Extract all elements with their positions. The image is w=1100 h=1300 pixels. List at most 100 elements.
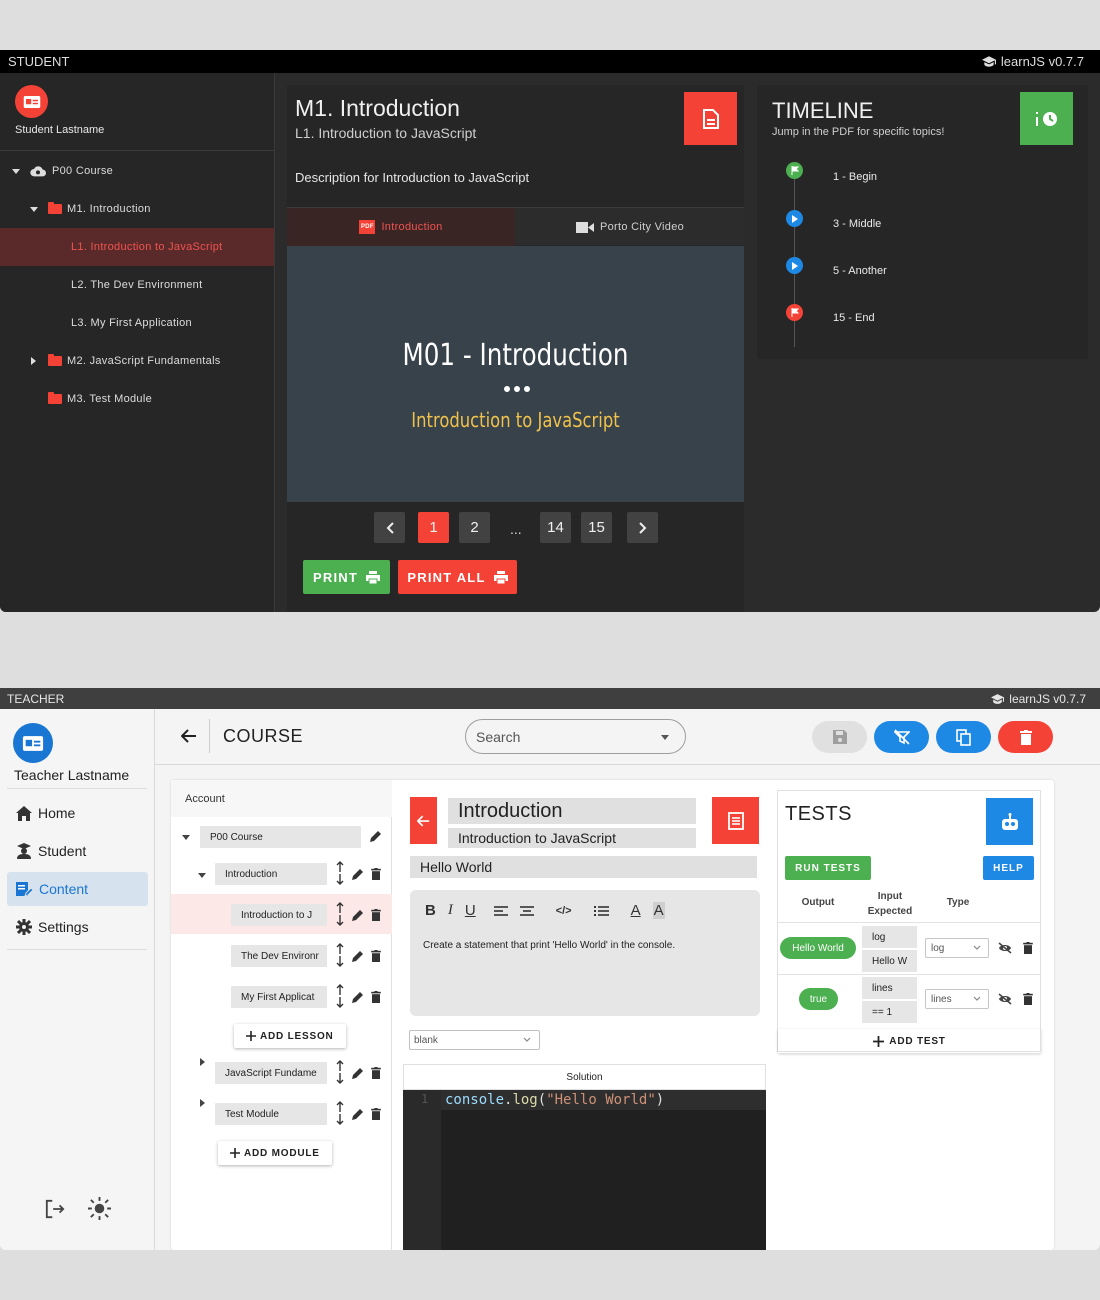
trash-icon[interactable]: [1023, 993, 1033, 1005]
rich-text-editor[interactable]: B I U </> A A Create a statement that pr…: [410, 890, 760, 1016]
pencil-icon[interactable]: [352, 991, 364, 1003]
add-test-button[interactable]: ADD TEST: [778, 1029, 1041, 1053]
pencil-icon[interactable]: [352, 1067, 364, 1079]
add-module-button[interactable]: ADD MODULE: [218, 1141, 332, 1165]
chevron-down-icon[interactable]: [12, 168, 20, 174]
tree-node-module[interactable]: Test Module: [215, 1103, 327, 1125]
search-input[interactable]: Search: [465, 719, 686, 754]
back-button[interactable]: [410, 797, 437, 844]
page-button[interactable]: 2: [459, 512, 490, 543]
play-icon[interactable]: [786, 257, 803, 274]
reorder-icon[interactable]: [336, 1059, 348, 1085]
tab-video[interactable]: Porto City Video: [516, 208, 744, 246]
lesson-subtitle-input[interactable]: Introduction to JavaScript: [448, 828, 696, 848]
help-button[interactable]: HELP: [983, 856, 1034, 880]
notes-button[interactable]: [712, 797, 759, 844]
arrow-left-icon[interactable]: [181, 729, 197, 743]
pencil-icon[interactable]: [352, 868, 364, 880]
prev-page-button[interactable]: [374, 512, 405, 543]
trash-icon[interactable]: [371, 991, 381, 1003]
tree-node-lesson[interactable]: The Dev Environr: [231, 945, 327, 967]
tree-item-lesson-2[interactable]: L2. The Dev Environment: [0, 266, 274, 304]
pencil-icon[interactable]: [352, 1108, 364, 1120]
reorder-icon[interactable]: [336, 901, 348, 927]
duplicate-button[interactable]: [936, 721, 991, 753]
highlight-icon[interactable]: A: [652, 902, 665, 919]
underline-icon[interactable]: U: [465, 902, 476, 919]
page-button[interactable]: 15: [581, 512, 612, 543]
print-all-button[interactable]: PRINT ALL: [398, 560, 517, 594]
tree-item-course[interactable]: P00 Course: [0, 152, 274, 190]
timeline-button[interactable]: [1020, 92, 1073, 145]
lesson-title-input[interactable]: Introduction: [448, 798, 696, 824]
reorder-icon[interactable]: [336, 983, 348, 1009]
input-field[interactable]: log: [862, 926, 917, 948]
trash-icon[interactable]: [371, 909, 381, 921]
play-icon[interactable]: [786, 210, 803, 227]
tree-item-module-2[interactable]: M2. JavaScript Fundamentals: [0, 342, 274, 380]
expected-field[interactable]: Hello W: [862, 950, 917, 972]
run-tests-button[interactable]: RUN TESTS: [785, 856, 871, 880]
align-left-icon[interactable]: [493, 905, 508, 917]
nav-content[interactable]: Content: [7, 872, 148, 906]
avatar[interactable]: [15, 85, 48, 118]
list-icon[interactable]: [593, 905, 609, 917]
tree-node-lesson[interactable]: My First Applicat: [231, 986, 327, 1008]
tree-item-lesson-3[interactable]: L3. My First Application: [0, 304, 274, 342]
reorder-icon[interactable]: [336, 860, 348, 886]
chevron-down-icon[interactable]: [198, 873, 206, 878]
chevron-right-icon[interactable]: [200, 1099, 205, 1107]
nav-home[interactable]: Home: [7, 796, 148, 830]
trash-icon[interactable]: [371, 868, 381, 880]
chevron-right-icon[interactable]: [200, 1058, 205, 1066]
timeline-item[interactable]: 1 - Begin: [833, 171, 877, 183]
reorder-icon[interactable]: [336, 1100, 348, 1126]
save-button[interactable]: [812, 721, 867, 753]
unpublish-button[interactable]: [874, 721, 929, 753]
print-button[interactable]: PRINT: [303, 560, 390, 594]
tree-item-lesson-1[interactable]: L1. Introduction to JavaScript: [0, 228, 274, 266]
text-color-icon[interactable]: A: [631, 902, 641, 919]
code-editor[interactable]: 1 console. log("Hello World"): [403, 1090, 766, 1250]
avatar[interactable]: [13, 723, 53, 763]
page-button[interactable]: 1: [418, 512, 449, 543]
timeline-item[interactable]: 5 - Another: [833, 265, 887, 277]
type-select[interactable]: blank: [409, 1030, 540, 1050]
chevron-down-icon[interactable]: [182, 835, 190, 840]
timeline-item[interactable]: 15 - End: [833, 312, 875, 324]
pencil-icon[interactable]: [352, 909, 364, 921]
flag-icon[interactable]: [786, 304, 803, 321]
robot-button[interactable]: [986, 798, 1033, 845]
tree-node-module[interactable]: JavaScript Fundame: [215, 1062, 327, 1084]
input-field[interactable]: lines: [862, 977, 917, 999]
code-icon[interactable]: </>: [556, 905, 572, 917]
code-line[interactable]: console. log("Hello World"): [441, 1090, 766, 1110]
reorder-icon[interactable]: [336, 942, 348, 968]
test-type-select[interactable]: lines: [925, 989, 989, 1009]
brightness-icon[interactable]: [88, 1197, 111, 1220]
test-type-select[interactable]: log: [925, 938, 989, 958]
pencil-icon[interactable]: [370, 830, 382, 842]
align-center-icon[interactable]: [519, 905, 534, 917]
page-button[interactable]: 14: [540, 512, 571, 543]
tree-node-lesson[interactable]: Introduction to J: [231, 904, 327, 926]
nav-student[interactable]: Student: [7, 834, 148, 868]
eye-off-icon[interactable]: [998, 993, 1012, 1005]
chevron-down-icon[interactable]: [30, 206, 38, 212]
next-page-button[interactable]: [627, 512, 658, 543]
tree-node-course[interactable]: P00 Course: [200, 826, 361, 848]
tree-item-module-1[interactable]: M1. Introduction: [0, 190, 274, 228]
eye-off-icon[interactable]: [998, 942, 1012, 954]
nav-settings[interactable]: Settings: [7, 910, 148, 944]
chevron-right-icon[interactable]: [31, 357, 36, 365]
section-title-input[interactable]: Hello World: [410, 856, 757, 878]
tree-item-module-3[interactable]: M3. Test Module: [0, 380, 274, 418]
logout-icon[interactable]: [44, 1199, 66, 1219]
flag-icon[interactable]: [786, 162, 803, 179]
tree-node-module[interactable]: Introduction: [215, 863, 327, 885]
trash-icon[interactable]: [371, 950, 381, 962]
trash-icon[interactable]: [371, 1067, 381, 1079]
trash-icon[interactable]: [1023, 942, 1033, 954]
expected-field[interactable]: == 1: [862, 1001, 917, 1023]
add-lesson-button[interactable]: ADD LESSON: [234, 1024, 346, 1048]
